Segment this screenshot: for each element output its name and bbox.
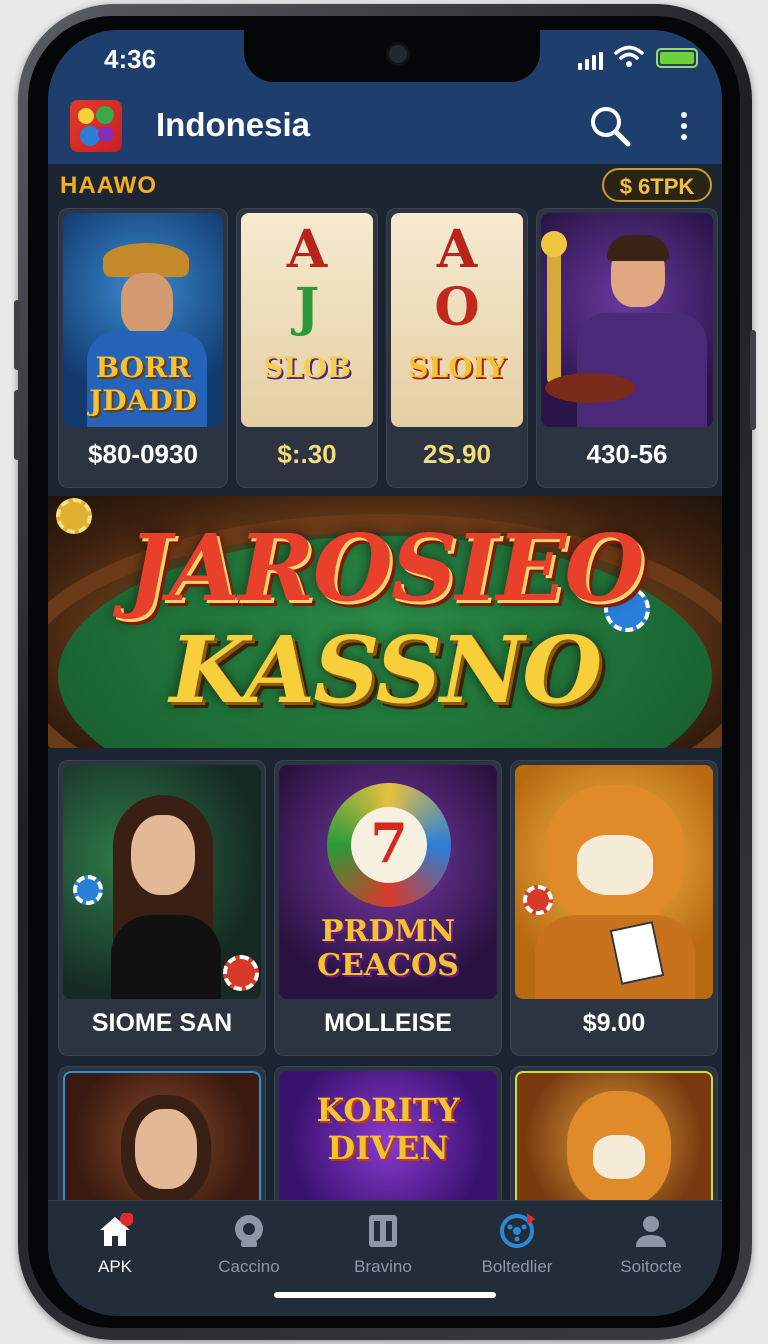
front-camera (386, 42, 410, 66)
game-art-title: SLOB (263, 351, 351, 384)
game-caption: 430-56 (586, 439, 668, 469)
game-card[interactable]: 430-56 (536, 208, 718, 488)
chip-icon (73, 875, 103, 905)
bottom-nav: APK Caccino Bravino Boltedlier Soitocte (48, 1200, 722, 1316)
nav-item-soitocte[interactable]: Soitocte (584, 1213, 718, 1285)
game-art-title: SLOIY (408, 351, 506, 384)
banner-title-line2: KASSNO (169, 616, 603, 724)
game-caption: $9.00 (582, 1009, 646, 1037)
game-art-title: PRDMN CEACOS (317, 914, 459, 983)
side-button (14, 390, 20, 460)
section-header: HAAWO $ 6TPK (48, 164, 722, 208)
more-options-icon[interactable] (672, 104, 696, 148)
signal-icon (578, 52, 604, 70)
game-art: KORITY DIVEN (279, 1071, 497, 1207)
game-art (515, 765, 713, 999)
slot-reel: A O SLOIY (391, 213, 523, 427)
game-card[interactable]: KORITY DIVEN (274, 1066, 502, 1208)
game-art (63, 1071, 261, 1207)
nav-item-caccino[interactable]: Caccino (182, 1213, 316, 1285)
chip-icon (523, 885, 553, 915)
game-card[interactable]: 7 PRDMN CEACOS MOLLEISE (274, 760, 502, 1056)
reel-symbol: O (434, 277, 480, 338)
game-card[interactable]: A J SLOB $:.30 (236, 208, 378, 488)
game-card[interactable]: SIOME SAN (58, 760, 266, 1056)
reel-symbol: J (294, 277, 320, 338)
banner-title-line1: JAROSIEO (127, 514, 644, 622)
side-button (14, 300, 20, 370)
game-art-title: KORITY DIVEN (316, 1091, 460, 1167)
game-caption: MOLLEISE (324, 1009, 452, 1037)
nav-item-boltedlier[interactable]: Boltedlier (450, 1213, 584, 1285)
nav-item-apk[interactable]: APK (48, 1213, 182, 1285)
app-bar: Indonesia (48, 92, 722, 164)
game-card[interactable]: A O SLOIY 2S.90 (386, 208, 528, 488)
app-logo-icon[interactable] (70, 100, 122, 152)
game-card[interactable]: BORR JDADD $80-0930 (58, 208, 228, 488)
section-title: HAAWO (60, 172, 157, 199)
game-art (63, 765, 261, 999)
nav-item-bravino[interactable]: Bravino (316, 1213, 450, 1285)
reel-symbol: A (436, 219, 478, 280)
game-card[interactable] (58, 1066, 266, 1208)
promo-banner[interactable]: JAROSIEO KASSNO (48, 496, 722, 748)
battery-icon (656, 48, 698, 68)
screen: 4:36 Indonesia HAAWO $ 6TPK BORR JDADD $… (48, 30, 722, 1316)
chip-icon (235, 1215, 263, 1247)
home-indicator[interactable] (274, 1292, 496, 1298)
game-card[interactable] (510, 1066, 718, 1208)
game-art: BORR JDADD (63, 213, 223, 427)
nav-label: Bravino (354, 1257, 412, 1276)
wifi-icon (614, 45, 644, 67)
game-caption: 2S.90 (423, 439, 491, 469)
game-caption: $80-0930 (88, 439, 198, 469)
chip-icon (223, 955, 259, 991)
power-button (750, 330, 756, 430)
nav-label: Caccino (218, 1257, 280, 1276)
home-icon (100, 1213, 133, 1246)
game-caption: $:.30 (277, 439, 337, 469)
game-art: 7 PRDMN CEACOS (279, 765, 497, 999)
nav-label: APK (97, 1257, 133, 1276)
game-art-title: BORR JDADD (89, 351, 197, 417)
slot-icon (369, 1215, 397, 1247)
game-caption: SIOME SAN (91, 1009, 233, 1037)
game-art (515, 1071, 713, 1207)
app-title: Indonesia (156, 106, 311, 143)
roulette-icon (500, 1213, 535, 1248)
slot-reel: A J SLOB (241, 213, 373, 427)
nav-label: Boltedlier (481, 1257, 553, 1276)
game-card[interactable]: $9.00 (510, 760, 718, 1056)
reel-symbol: A (286, 219, 328, 280)
balance-badge[interactable]: $ 6TPK (602, 168, 712, 202)
profile-icon (636, 1216, 666, 1247)
game-art (541, 213, 713, 427)
status-time: 4:36 (104, 44, 157, 74)
search-icon[interactable] (588, 104, 632, 148)
lucky-seven-badge: 7 (370, 811, 408, 875)
nav-label: Soitocte (620, 1257, 682, 1276)
